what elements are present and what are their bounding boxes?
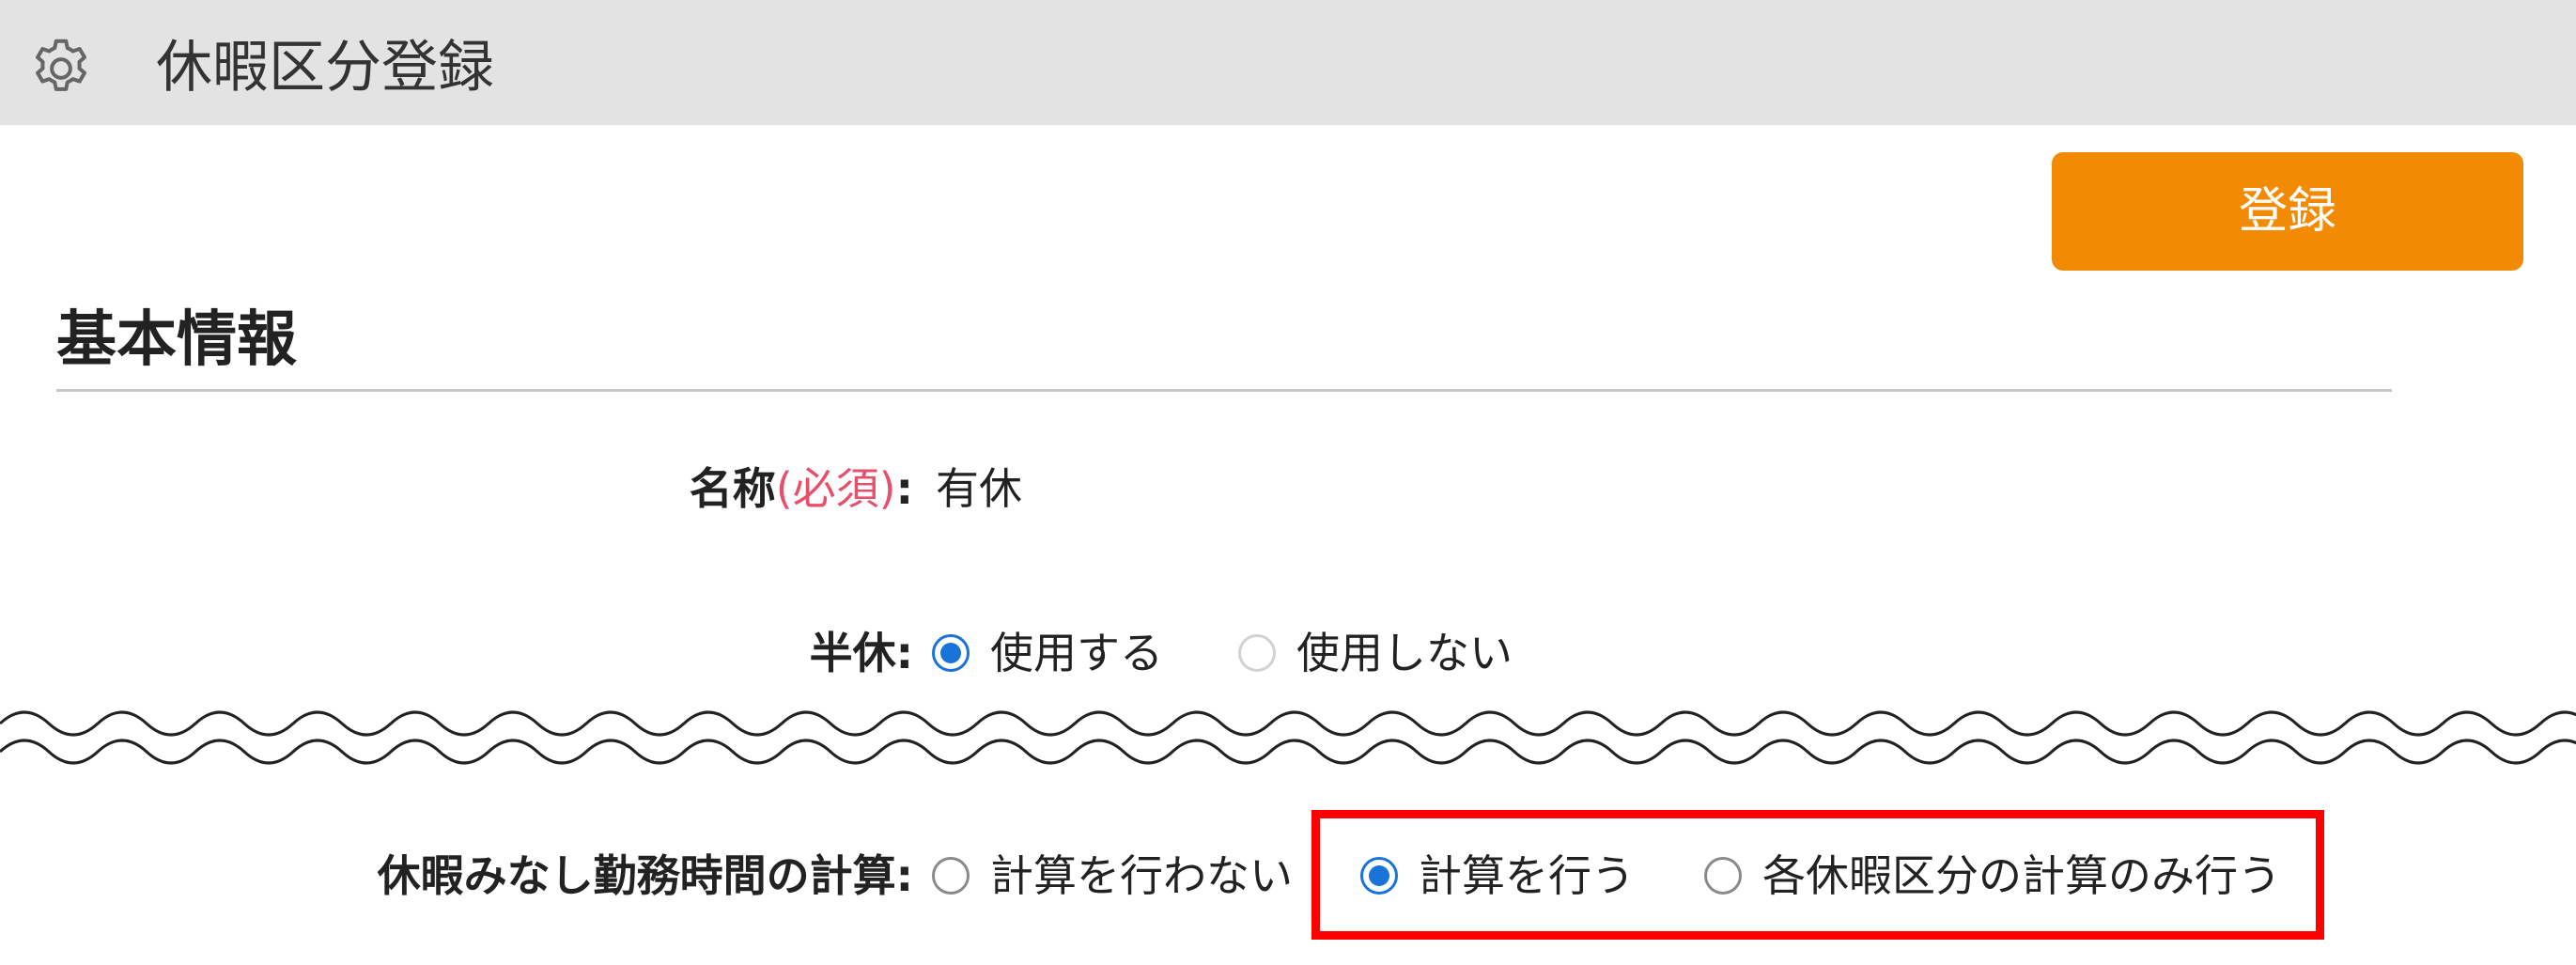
section-divider	[56, 389, 2392, 392]
register-button[interactable]: 登録	[2052, 152, 2523, 271]
required-mark: (必須)	[775, 463, 896, 514]
name-label: 名称(必須):	[690, 451, 913, 526]
deemed-calc-label: 休暇みなし勤務時間の計算:	[377, 850, 913, 901]
section-title: 基本情報	[56, 305, 297, 375]
name-value: 有休	[936, 463, 1022, 514]
name-label-text: 名称	[689, 463, 776, 514]
calc-none-radio[interactable]: 計算を行わない	[932, 838, 1293, 913]
gear-icon[interactable]	[26, 34, 96, 103]
highlight-box	[1311, 810, 2324, 940]
half-day-not-use-radio[interactable]: 使用しない	[1238, 615, 1513, 691]
radio-label: 使用する	[990, 628, 1163, 678]
radio-unchecked-icon	[932, 857, 970, 895]
half-day-use-radio[interactable]: 使用する	[932, 615, 1163, 691]
page-title: 休暇区分登録	[156, 35, 494, 101]
radio-checked-icon	[932, 634, 970, 672]
header-bar: 休暇区分登録	[0, 0, 2576, 125]
name-label-colon: :	[895, 463, 913, 514]
half-day-row: 半休: 使用する 使用しない	[0, 615, 2576, 691]
radio-unchecked-icon	[1238, 634, 1276, 672]
radio-label: 計算を行わない	[990, 850, 1293, 901]
page: 休暇区分登録 登録 基本情報 名称(必須): 有休 半休: 使用する 使用しない…	[0, 0, 2576, 965]
name-row: 名称(必須): 有休	[0, 451, 2576, 526]
radio-label: 使用しない	[1296, 628, 1513, 678]
half-day-label: 半休:	[809, 628, 913, 678]
wavy-cut-divider	[0, 710, 2576, 765]
